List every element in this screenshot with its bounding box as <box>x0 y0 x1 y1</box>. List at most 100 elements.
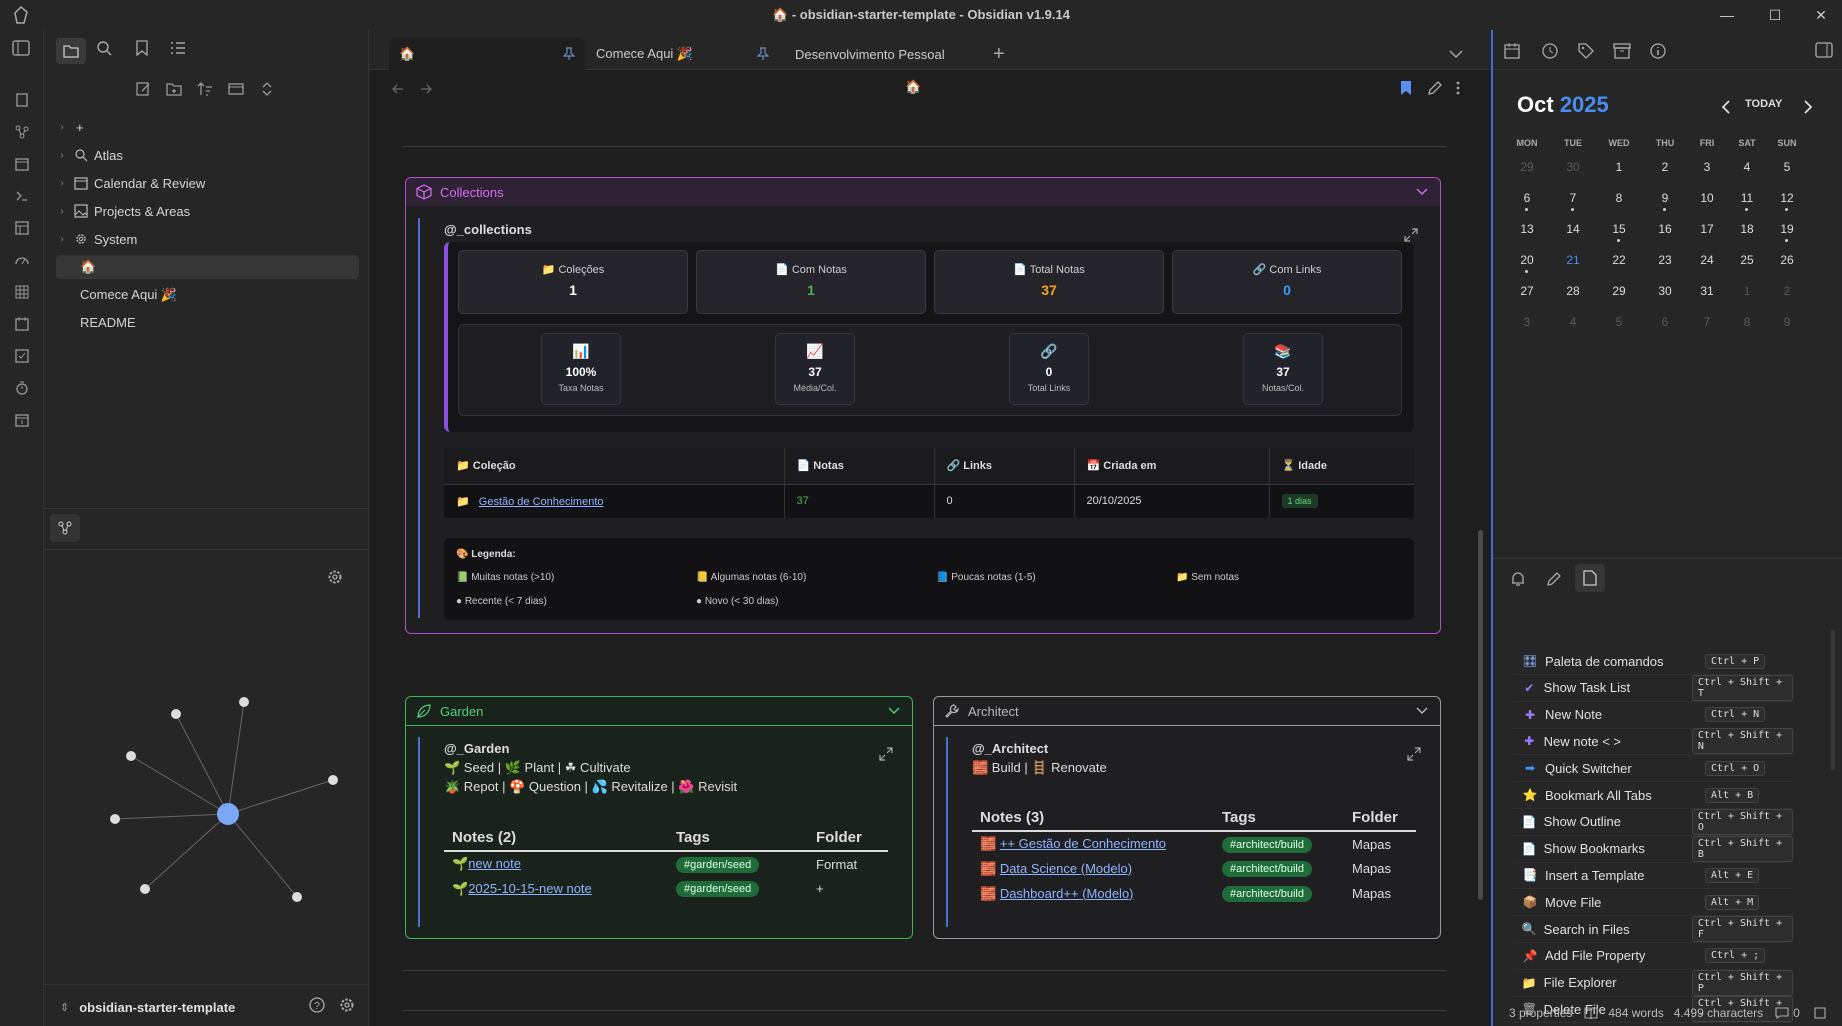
collection-link[interactable]: Gestão de Conhecimento <box>479 496 604 508</box>
nav-back-icon[interactable] <box>391 82 407 96</box>
metric-total-links: 🔗 0 Total Links <box>1009 333 1089 405</box>
link-icon: 🔗 <box>1040 343 1058 359</box>
collapse-chevron-icon[interactable] <box>1416 188 1428 196</box>
sort-icon[interactable] <box>194 78 216 100</box>
calendar-icon[interactable] <box>12 154 32 174</box>
garden-legend-line: 🪴 Repot | 🍄 Question | 💦 Revitalize | 🌺 … <box>444 779 738 794</box>
collapse-chevron-icon[interactable] <box>888 707 900 715</box>
tag-pill[interactable]: #architect/build <box>1222 886 1312 902</box>
minimize-button[interactable]: — <box>1704 0 1750 30</box>
graph-view-icon[interactable] <box>12 122 32 142</box>
bookmark-filled-icon[interactable] <box>1399 80 1415 96</box>
brick-icon: 🧱 <box>980 885 997 901</box>
open-quick-switcher-icon[interactable] <box>12 90 32 110</box>
help-icon[interactable]: ? <box>308 996 328 1016</box>
command-item[interactable]: 🎛 Paleta de comandos Ctrl + P <box>1513 648 1793 675</box>
command-item[interactable]: ⭐ Bookmark All Tabs Alt + B <box>1513 782 1793 809</box>
note-link[interactable]: Dashboard++ (Modelo) <box>1000 886 1134 901</box>
gauge-icon[interactable] <box>12 250 32 270</box>
collapse-all-icon[interactable] <box>256 78 278 100</box>
new-tab-icon[interactable]: + <box>993 38 1013 70</box>
note-link[interactable]: 2025-10-15-new note <box>468 881 592 896</box>
tab-home[interactable]: 🏠 <box>389 38 585 70</box>
reading-mode-icon[interactable] <box>1584 1007 1598 1019</box>
toggle-left-sidebar-icon[interactable] <box>12 40 36 62</box>
settings-gear-icon[interactable] <box>338 996 358 1016</box>
tree-folder-plus[interactable]: › + <box>54 115 354 139</box>
calendar-icon <box>74 176 88 190</box>
command-item[interactable]: 📦 Move File Alt + M <box>1513 889 1793 917</box>
vault-switcher[interactable]: ⇕ obsidian-starter-template <box>60 996 235 1018</box>
expand-icon[interactable] <box>879 747 895 763</box>
task-checkbox-icon[interactable] <box>12 346 32 366</box>
tab-desenvolvimento-pessoal[interactable]: Desenvolvimento Pessoal <box>785 38 985 70</box>
command-item[interactable]: ✚ New Note Ctrl + N <box>1513 702 1793 729</box>
sync-icon[interactable] <box>1814 1007 1826 1019</box>
search-icon[interactable] <box>96 40 118 62</box>
daily-note-icon[interactable] <box>12 314 32 334</box>
tag-pill[interactable]: #garden/seed <box>676 881 760 897</box>
auto-reveal-icon[interactable] <box>225 78 247 100</box>
tab-list-chevron-icon[interactable] <box>1449 38 1469 70</box>
tree-folder-calendar[interactable]: › Calendar & Review <box>54 171 354 195</box>
commands-list: 🎛 Paleta de comandos Ctrl + P ✔ Show Task Li… <box>1493 30 1842 1026</box>
template-icon[interactable] <box>12 218 32 238</box>
collapse-chevron-icon[interactable] <box>1416 707 1428 715</box>
pin-icon[interactable] <box>757 38 777 70</box>
timer-icon[interactable] <box>12 378 32 398</box>
command-item[interactable]: 🔍 Search in Files Ctrl + Shift + F <box>1513 916 1793 943</box>
command-item[interactable]: ✚ New note < > Ctrl + Shift + N <box>1513 728 1793 756</box>
hr-divider <box>402 146 1447 147</box>
graph-settings-gear-icon[interactable] <box>326 568 346 588</box>
code-block-bar <box>418 737 420 927</box>
local-graph-tab-icon[interactable] <box>50 514 80 542</box>
close-window-button[interactable]: ✕ <box>1798 0 1842 30</box>
editor-scrollbar[interactable] <box>1478 530 1483 900</box>
note-link[interactable]: new note <box>468 856 521 871</box>
local-graph-canvas[interactable] <box>44 630 369 930</box>
status-properties[interactable]: 3 properties <box>1509 1006 1572 1020</box>
tree-folder-system[interactable]: › System <box>54 227 354 251</box>
pin-icon[interactable] <box>563 47 575 61</box>
command-item[interactable]: ✔ Show Task List Ctrl + Shift + T <box>1513 674 1793 702</box>
maximize-button[interactable]: ☐ <box>1752 0 1798 30</box>
tree-folder-atlas[interactable]: › Atlas <box>54 143 354 167</box>
more-options-icon[interactable] <box>1455 80 1465 96</box>
tree-file-comece-aqui[interactable]: Comece Aqui 🎉 <box>54 283 354 307</box>
edit-pencil-icon[interactable] <box>1427 80 1443 96</box>
command-item[interactable]: 📄 Show Outline Ctrl + Shift + O <box>1513 808 1793 836</box>
tag-pill[interactable]: #architect/build <box>1222 861 1312 877</box>
nav-forward-icon[interactable] <box>419 82 435 96</box>
tree-file-readme[interactable]: README <box>54 310 354 334</box>
tree-folder-projects[interactable]: › Projects & Areas <box>54 199 354 223</box>
bookmark-icon[interactable] <box>134 40 156 62</box>
note-link[interactable]: ++ Gestão de Conhecimento <box>1000 836 1166 851</box>
expand-icon[interactable] <box>1407 747 1423 763</box>
comment-icon[interactable] <box>1775 1007 1789 1019</box>
command-item[interactable]: 📌 Add File Property Ctrl + ; <box>1513 943 1793 970</box>
terminal-icon[interactable] <box>12 186 32 206</box>
command-item[interactable]: 📑 Insert a Template Alt + E <box>1513 862 1793 890</box>
table-icon[interactable] <box>12 282 32 302</box>
tag-pill[interactable]: #architect/build <box>1222 836 1312 853</box>
architect-callout-header[interactable]: Architect <box>934 697 1440 725</box>
command-item[interactable]: ➡ Quick Switcher Ctrl + O <box>1513 755 1793 783</box>
obsidian-logo-icon[interactable] <box>12 6 32 24</box>
outline-list-icon[interactable] <box>170 40 192 62</box>
tag-pill[interactable]: #garden/seed <box>676 856 760 873</box>
calendar-event-icon[interactable] <box>12 410 32 430</box>
command-item[interactable]: 📁 File Explorer Ctrl + Shift + P <box>1513 969 1793 997</box>
sidebar-scrollbar[interactable] <box>1831 630 1835 770</box>
garden-callout-header[interactable]: Garden <box>406 697 912 725</box>
garden-callout: Garden @_Garden 🌱 Seed | 🌿 Plant | ☘ Cul… <box>405 696 913 939</box>
files-tab-icon[interactable] <box>56 38 86 64</box>
collections-callout-header[interactable]: Collections <box>406 178 1440 206</box>
tab-comece-aqui[interactable]: Comece Aqui 🎉 <box>586 38 776 70</box>
tree-file-home[interactable]: 🏠 <box>56 255 359 279</box>
hotkey-badge: Ctrl + N <box>1705 707 1766 723</box>
hotkey-badge: Ctrl + Shift + B <box>1691 835 1793 862</box>
new-folder-icon[interactable] <box>163 78 185 100</box>
command-item[interactable]: 📄 Show Bookmarks Ctrl + Shift + B <box>1513 835 1793 863</box>
new-note-icon[interactable] <box>132 78 154 100</box>
note-link[interactable]: Data Science (Modelo) <box>1000 861 1132 876</box>
